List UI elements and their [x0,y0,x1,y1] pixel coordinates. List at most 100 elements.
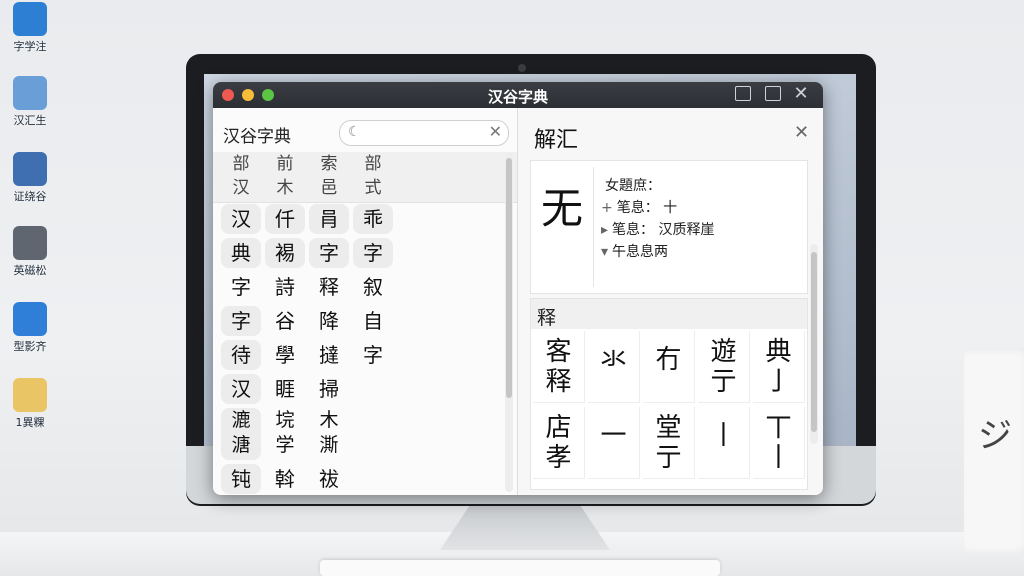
index-header-cell[interactable]: 部式 [353,152,393,200]
stroke-tile[interactable]: 冇 [643,331,695,403]
character-cell[interactable]: 仟 [265,204,305,234]
desktop-icon[interactable]: 1異粿 [4,378,56,430]
character-cell[interactable]: 斡 [265,464,305,494]
title-bar[interactable]: 汉谷字典 ✕ [213,82,823,108]
coffee-mug: ジ [964,348,1024,554]
right-scroll-thumb[interactable] [811,252,817,432]
stroke-tile[interactable]: 堂 亍 [643,407,695,479]
desktop-icon[interactable]: 字学注 [4,2,56,54]
character-cell[interactable]: 叙 [353,272,393,302]
character-cell[interactable]: 漉 溏 [221,408,261,460]
stroke-tile[interactable]: 店 孝 [533,407,585,479]
character-info-line: + 笔息： 十 [601,197,677,217]
selected-character: 无 [541,184,584,233]
stroke-tile[interactable]: 遊 亍 [698,331,750,403]
clear-search-icon[interactable]: ✕ [489,122,502,141]
character-cell[interactable]: 學 [265,340,305,370]
character-cell[interactable]: 肙 [309,204,349,234]
index-header-cell[interactable]: 前木 [265,152,305,200]
desktop-icon-label: 型影齐 [13,340,47,353]
stroke-section-title: 释 [537,307,557,329]
character-cell[interactable]: 字 [353,238,393,268]
right-scrollbar[interactable] [810,244,818,444]
index-header-cell[interactable]: 部汉 [221,152,261,200]
character-summary-card: 无 女題庶： + 笔息： 十 ▸ 笔息： 汉质释崖 ▾ 午息息两 [530,160,808,294]
window-maximize-icon[interactable] [765,86,781,101]
info-text: 笔息： 十 [616,200,678,216]
character-cell[interactable]: 詩 [265,272,305,302]
definition-title: 解汇 [534,128,579,153]
index-header-top: 前 [276,154,294,174]
stroke-section-header: 释 [531,299,807,329]
info-marker-icon: ▸ [601,222,609,238]
folder-icon [13,378,47,412]
dictionary-window: 汉谷字典 ✕ 汉谷字典 ☾ ✕ 部汉前木索邑部式 汉仟肙乖典裼字字字詩释叙字谷降… [213,82,823,495]
desktop-icon[interactable]: 证绕谷 [4,152,56,204]
desktop-icon[interactable]: 英磁松 [4,226,56,278]
index-header-bottom: 邑 [320,178,338,198]
close-definition-icon[interactable]: ✕ [794,122,809,143]
stroke-tile[interactable]: 一 [588,407,640,479]
index-header-top: 索 [320,154,338,174]
stroke-section: 释 客 释氺冇遊 亍典 亅店 孝一堂 亍丨丅 丨 [530,298,808,490]
bird-app-icon [13,2,47,36]
info-text: 女題庶： [605,178,661,194]
search-field[interactable]: ☾ ✕ [339,120,509,146]
monitor-stand [440,504,610,550]
index-header-bottom: 汉 [232,178,250,198]
left-scrollbar[interactable] [505,152,513,492]
character-list-panel: 汉谷字典 ☾ ✕ 部汉前木索邑部式 汉仟肙乖典裼字字字詩释叙字谷降自待學撻字汉睚… [213,108,518,495]
index-header-bottom: 木 [276,178,294,198]
character-cell[interactable]: 自 [353,306,393,336]
window-title: 汉谷字典 [487,88,548,106]
character-cell[interactable]: 降 [309,306,349,336]
character-cell[interactable]: 字 [353,340,393,370]
desktop-icon-label: 英磁松 [13,264,47,277]
character-cell[interactable]: 待 [221,340,261,370]
index-header-bottom: 式 [364,178,382,198]
stroke-tile[interactable]: 丅 丨 [753,407,805,479]
desktop-icon-label: 汉汇生 [13,114,47,127]
notebook-icon [13,226,47,260]
character-cell[interactable]: 撻 [309,340,349,370]
stroke-tile[interactable]: 典 亅 [753,331,805,403]
desktop-icon[interactable]: 型影齐 [4,302,56,354]
character-cell[interactable]: 钝 [221,464,261,494]
info-text: 笔息： 汉质释崖 [612,222,715,238]
window-restore-icon[interactable] [735,86,751,101]
character-cell[interactable]: 汉 [221,374,261,404]
character-cell[interactable]: 掃 [309,374,349,404]
stroke-tile[interactable]: 丨 [698,407,750,479]
keyboard [320,560,720,576]
character-cell[interactable]: 祓 [309,464,349,494]
character-cell[interactable]: 睚 [265,374,305,404]
window-close-icon[interactable]: ✕ [793,85,809,103]
character-info-line[interactable]: ▾ 午息息两 [601,241,668,261]
info-marker-icon: + [601,200,613,216]
desktop-icon-label: 1異粿 [15,416,45,429]
index-header-row: 部汉前木索邑部式 [213,152,517,203]
document-pen-icon [13,302,47,336]
document-window-icon [13,152,47,186]
search-icon: ☾ [348,124,361,140]
character-cell[interactable]: 垸 学 [265,408,305,460]
desktop-icon[interactable]: 汉汇生 [4,76,56,128]
character-cell[interactable]: 字 [221,272,261,302]
character-cell[interactable]: 汉 [221,204,261,234]
character-cell[interactable]: 谷 [265,306,305,336]
character-info-line[interactable]: ▸ 笔息： 汉质释崖 [601,219,714,239]
stroke-tile[interactable]: 氺 [588,331,640,403]
character-cell[interactable]: 裼 [265,238,305,268]
webcam [518,64,526,72]
character-cell[interactable]: 字 [309,238,349,268]
index-header-cell[interactable]: 索邑 [309,152,349,200]
character-cell[interactable]: 典 [221,238,261,268]
character-cell[interactable]: 释 [309,272,349,302]
character-cell[interactable]: 木 澌 [309,408,349,460]
desktop-icon-label: 证绕谷 [13,190,47,203]
left-scroll-thumb[interactable] [506,158,512,398]
stroke-tile[interactable]: 客 释 [533,331,585,403]
character-cell[interactable]: 字 [221,306,261,336]
card-divider [593,167,594,287]
character-cell[interactable]: 乖 [353,204,393,234]
